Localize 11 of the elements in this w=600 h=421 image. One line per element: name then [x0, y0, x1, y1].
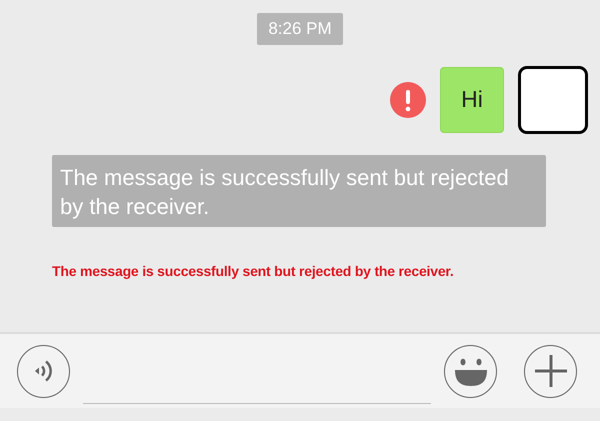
- message-bubble: Hi: [440, 66, 504, 132]
- emoji-button[interactable]: [444, 344, 497, 398]
- plus-icon: [534, 355, 566, 387]
- error-icon[interactable]: [390, 82, 426, 118]
- avatar[interactable]: [518, 66, 588, 134]
- voice-button[interactable]: [17, 344, 70, 398]
- system-notice: The message is successfully sent but rejected by the receiver.: [52, 154, 546, 226]
- timestamp: 8:26 PM: [257, 13, 343, 44]
- error-caption: The message is successfully sent but rejected by the receiver.: [52, 262, 455, 281]
- smiley-icon: [454, 356, 488, 386]
- add-button[interactable]: [524, 344, 577, 398]
